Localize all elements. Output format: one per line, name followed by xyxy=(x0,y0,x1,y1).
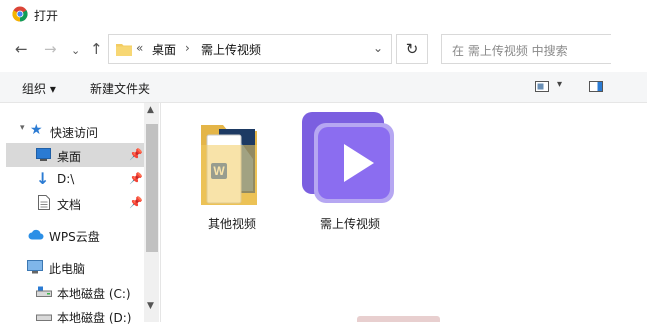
breadcrumb-desktop[interactable]: 桌面 xyxy=(152,41,176,58)
address-bar[interactable]: « 桌面 › 需上传视频 ⌄ xyxy=(108,34,392,64)
scrollbar-thumb[interactable] xyxy=(146,124,158,252)
sidebar-item-quick-access[interactable]: ▾ ★ 快速访问 xyxy=(6,119,144,143)
sidebar-item-wps-cloud[interactable]: WPS云盘 xyxy=(6,223,144,247)
desktop-icon xyxy=(36,148,51,161)
sidebar-item-label: WPS云盘 xyxy=(49,230,100,244)
breadcrumb-separator: › xyxy=(185,41,190,55)
pane-divider[interactable] xyxy=(160,103,161,322)
sidebar-item-label: D:\ xyxy=(57,172,75,186)
view-dropdown-icon[interactable]: ▾ xyxy=(557,79,562,90)
sidebar-item-label: 文档 xyxy=(57,198,82,212)
folder-icon xyxy=(116,44,132,56)
forward-arrow-icon[interactable]: → xyxy=(44,41,57,57)
chevron-down-icon[interactable]: ⌄ xyxy=(373,41,383,55)
sidebar-item-documents[interactable]: 文档 📌 xyxy=(6,191,144,215)
sidebar-item-label: 本地磁盘 (C:) xyxy=(57,287,131,301)
star-icon: ★ xyxy=(30,122,43,138)
cloud-icon xyxy=(28,229,44,240)
recent-dropdown-icon[interactable]: ⌄ xyxy=(71,43,80,59)
drive-icon xyxy=(36,286,52,297)
chrome-icon xyxy=(12,6,28,22)
folder-icon: W xyxy=(201,125,257,205)
file-item-folder[interactable]: W 其他视频 xyxy=(177,110,287,231)
sidebar-item-c-drive[interactable]: 本地磁盘 (C:) xyxy=(6,280,144,304)
sidebar-item-label: 快速访问 xyxy=(50,126,99,140)
file-name: 其他视频 xyxy=(207,217,256,231)
overlay-edge xyxy=(357,316,440,322)
refresh-icon: ↻ xyxy=(405,40,419,58)
command-toolbar: 组织 ▾ 新建文件夹 ▾ xyxy=(0,72,647,103)
drive-icon xyxy=(36,314,52,321)
title-bar: 打开 xyxy=(0,0,647,30)
navigation-pane: ▾ ★ 快速访问 桌面 📌 ↓ D:\ 📌 文档 📌 WPS云盘 此电脑 本地磁… xyxy=(0,103,160,325)
download-icon: ↓ xyxy=(36,169,50,188)
pin-icon: 📌 xyxy=(129,148,143,161)
chevron-down-icon[interactable]: ▾ xyxy=(20,123,25,133)
sidebar-item-this-pc[interactable]: 此电脑 xyxy=(6,255,144,279)
breadcrumb-current[interactable]: 需上传视频 xyxy=(201,41,261,58)
sidebar-item-label: 本地磁盘 (D:) xyxy=(57,311,132,325)
window-title: 打开 xyxy=(34,9,59,23)
pin-icon: 📌 xyxy=(129,196,143,209)
view-mode-icon[interactable] xyxy=(535,81,549,92)
sidebar-item-label: 桌面 xyxy=(57,150,82,164)
sidebar-item-desktop[interactable]: 桌面 📌 xyxy=(6,143,144,167)
computer-icon xyxy=(27,260,43,274)
sidebar-item-d-drive-shortcut[interactable]: ↓ D:\ 📌 xyxy=(6,167,144,191)
search-input[interactable]: 在 需上传视频 中搜索 xyxy=(441,34,611,64)
sidebar-item-label: 此电脑 xyxy=(49,262,86,276)
sidebar-item-d-drive[interactable]: 本地磁盘 (D:) xyxy=(6,304,144,328)
preview-pane-icon[interactable] xyxy=(589,81,603,92)
new-folder-button[interactable]: 新建文件夹 xyxy=(90,80,150,97)
organize-menu[interactable]: 组织 ▾ xyxy=(22,80,56,97)
refresh-button[interactable]: ↻ xyxy=(396,34,428,64)
file-item-video[interactable]: 需上传视频 xyxy=(295,110,405,231)
breadcrumb-overflow[interactable]: « xyxy=(136,41,143,55)
back-arrow-icon[interactable]: ← xyxy=(15,41,28,57)
document-icon xyxy=(38,195,50,210)
up-arrow-icon[interactable]: ↑ xyxy=(90,41,103,57)
file-name: 需上传视频 xyxy=(319,217,380,231)
scroll-down-icon[interactable]: ▼ xyxy=(147,301,154,311)
pin-icon: 📌 xyxy=(129,172,143,185)
search-placeholder: 在 需上传视频 中搜索 xyxy=(452,44,568,58)
scroll-up-icon[interactable]: ▲ xyxy=(147,105,154,115)
video-play-icon xyxy=(302,112,394,203)
